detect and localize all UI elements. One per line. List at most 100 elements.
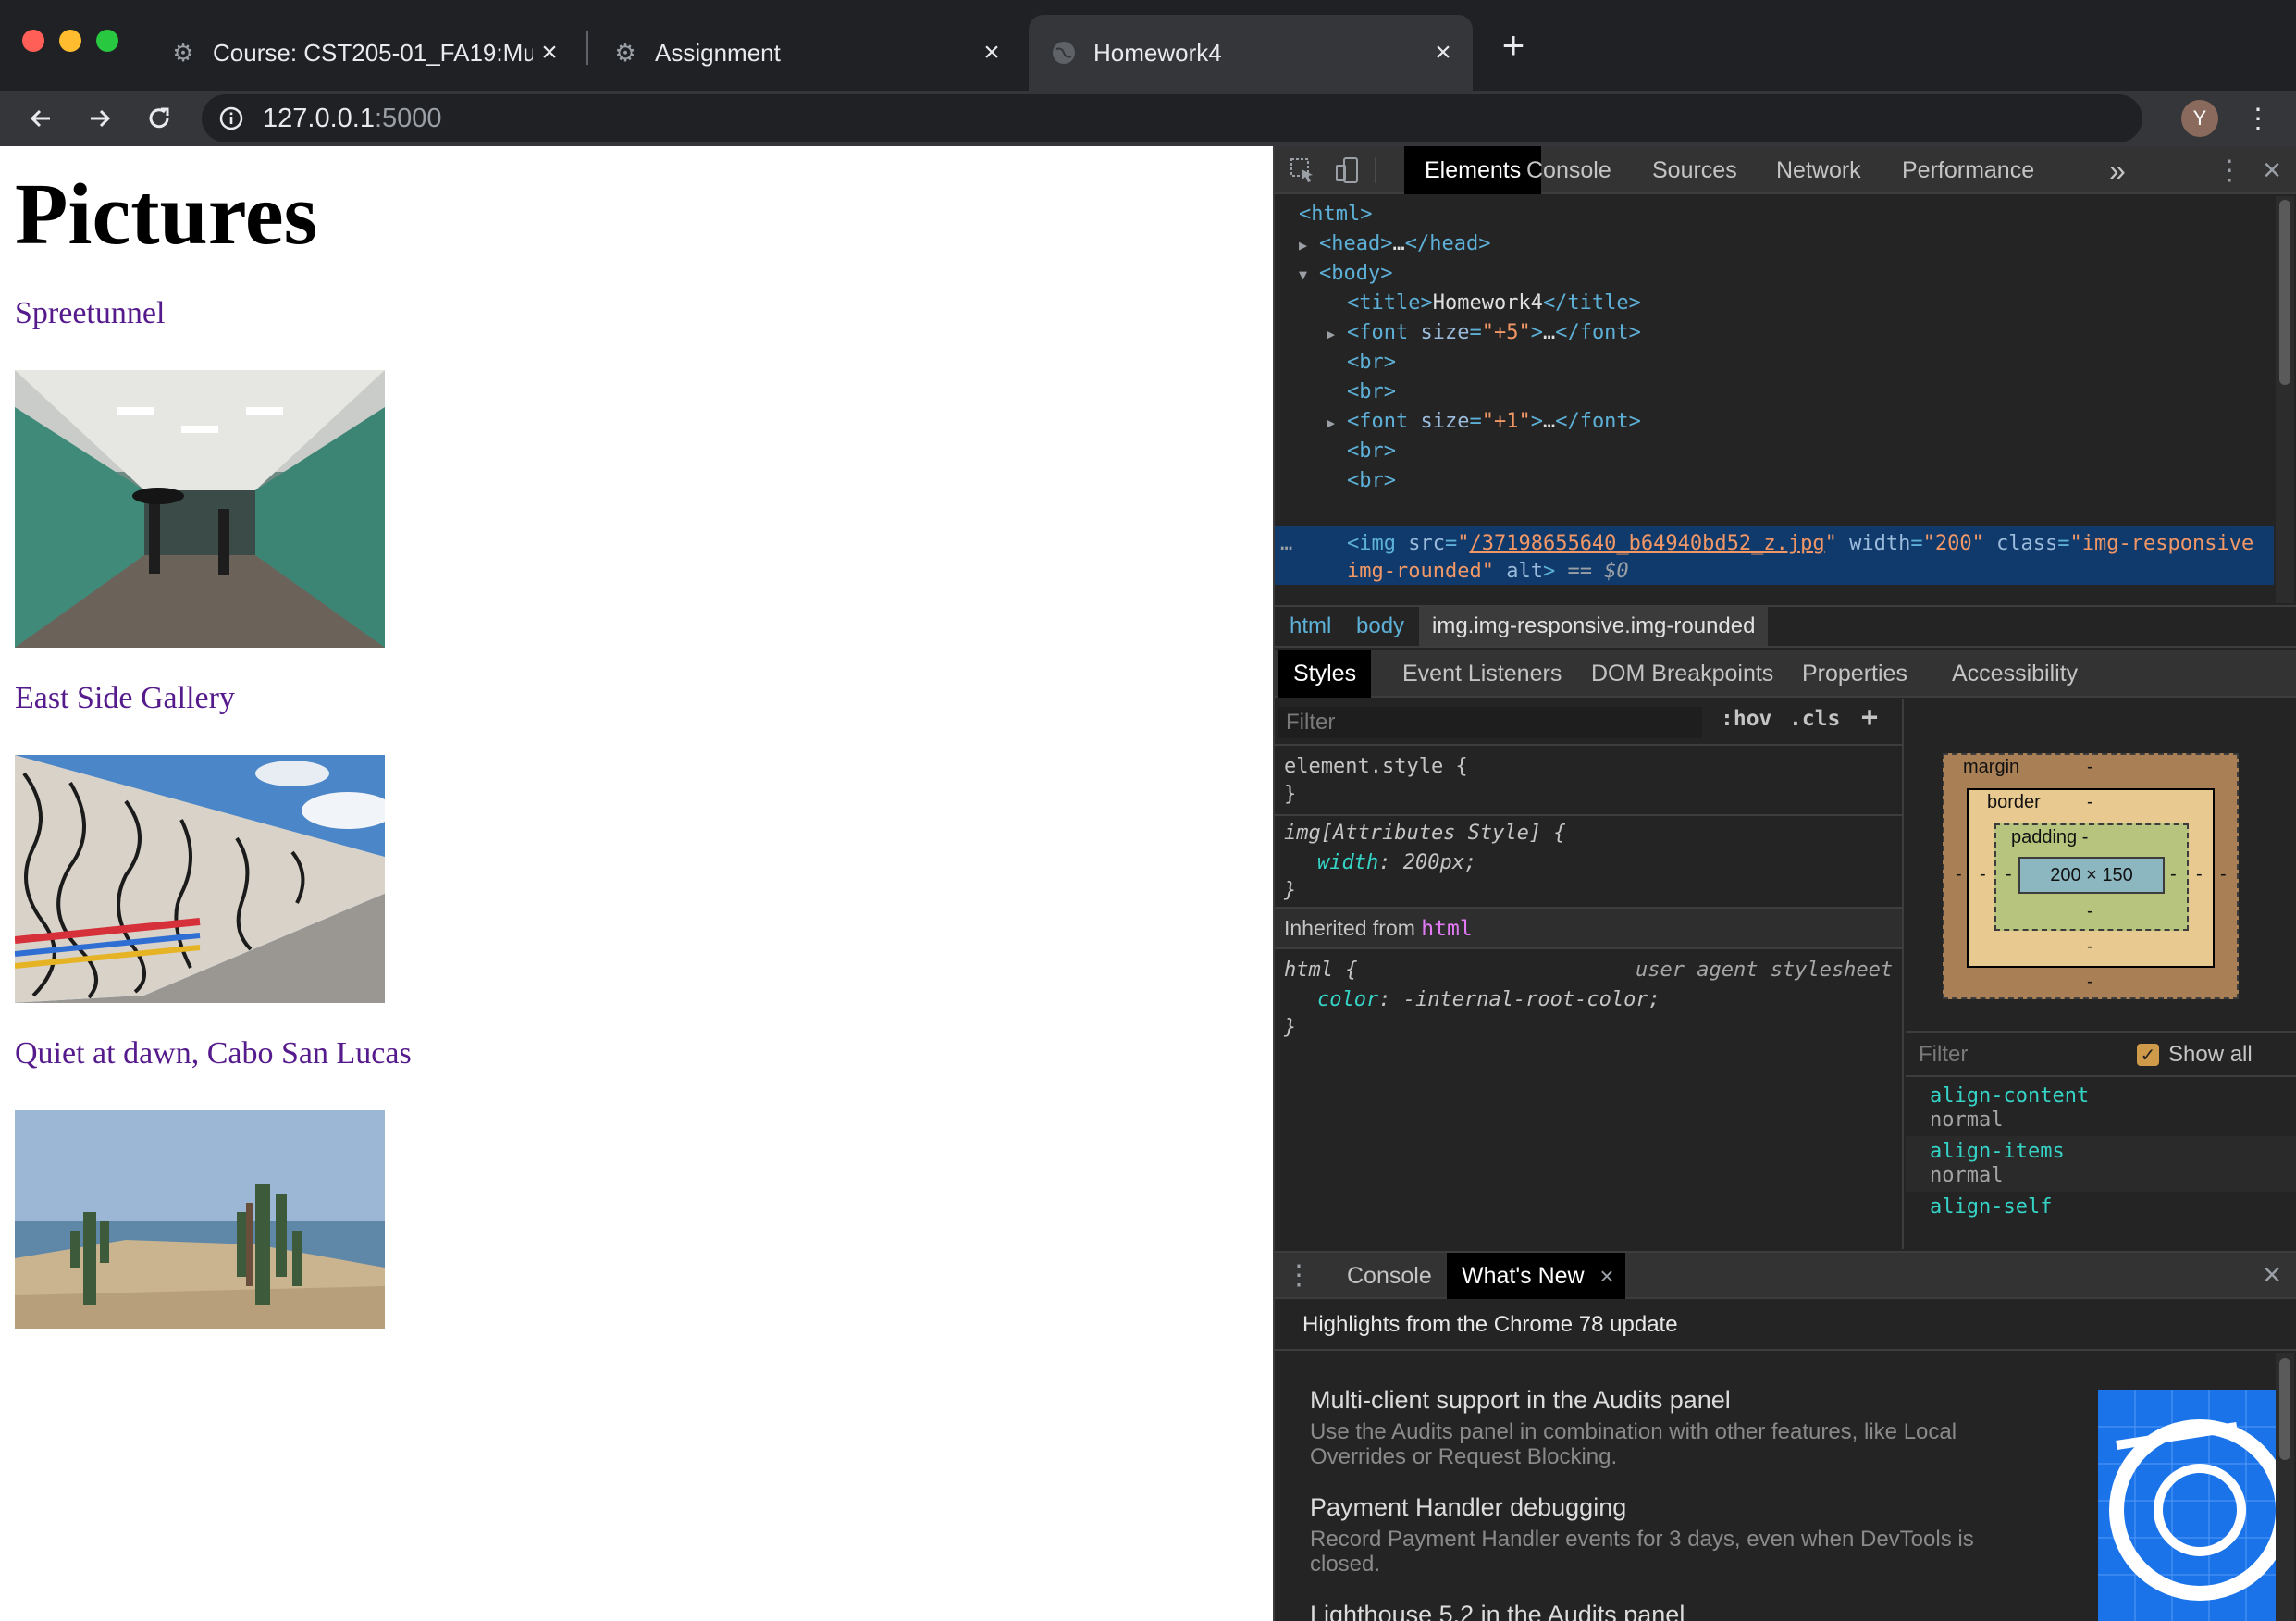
sidebar-tab-bar: Styles Event Listeners DOM Breakpoints P… <box>1275 650 2296 698</box>
element-style-selector[interactable]: element.style { <box>1284 755 1468 778</box>
dom-node-title[interactable]: <title>Homework4</title> <box>1347 289 1641 318</box>
styles-pane: Filter :hov .cls + element.style { } img… <box>1275 699 1904 1249</box>
tab-bar: ⚙ Course: CST205-01_FA19:Mult × ⚙ Assign… <box>0 0 2296 91</box>
whats-new-item-title[interactable]: Payment Handler debugging <box>1310 1493 1626 1522</box>
info-icon[interactable] <box>218 105 244 131</box>
whats-new-item-title[interactable]: Lighthouse 5.2 in the Audits panel <box>1310 1601 1685 1621</box>
hov-toggle[interactable]: :hov <box>1721 707 1771 731</box>
tab-sources[interactable]: Sources <box>1632 146 1758 194</box>
devtools-menu-icon[interactable]: ⋮ <box>2215 155 2244 186</box>
dom-node-br[interactable]: <br> <box>1347 348 1396 377</box>
computed-property-value: normal <box>1930 1164 2004 1187</box>
tab-performance[interactable]: Performance <box>1882 146 2055 194</box>
new-style-rule-button[interactable]: + <box>1861 701 1878 734</box>
picture-link-spreetunnel[interactable]: Spreetunnel <box>15 296 165 331</box>
tab-properties[interactable]: Properties <box>1787 650 1922 698</box>
border-left-value: - <box>1980 864 1986 885</box>
breadcrumb-body[interactable]: body <box>1343 607 1417 646</box>
tab-event-listeners[interactable]: Event Listeners <box>1388 650 1576 698</box>
dom-src-link[interactable]: /37198655640_b64940bd52_z.jpg <box>1469 532 1824 555</box>
more-tabs-icon[interactable]: » <box>2089 146 2146 194</box>
tab-dom-breakpoints[interactable]: DOM Breakpoints <box>1576 650 1788 698</box>
tab-accessibility[interactable]: Accessibility <box>1937 650 2092 698</box>
css-property-value: : 200px; <box>1378 851 1477 874</box>
browser-tab-homework4[interactable]: Homework4 × <box>1029 15 1473 91</box>
breadcrumb-img[interactable]: img.img-responsive.img-rounded <box>1419 607 1769 646</box>
dom-attr: size <box>1420 410 1470 433</box>
picture-link-cabo-san-lucas[interactable]: Quiet at dawn, Cabo San Lucas <box>15 1036 412 1071</box>
drawer-tab-console[interactable]: Console <box>1332 1253 1447 1299</box>
computed-property-row[interactable]: align-content normal <box>1906 1081 2296 1136</box>
dom-node-head[interactable]: ▶ <head>…</head> <box>1299 229 1490 259</box>
forward-button[interactable] <box>78 91 122 146</box>
dom-quote: " <box>1824 532 1837 555</box>
close-window-button[interactable] <box>22 30 44 52</box>
profile-avatar[interactable]: Y <box>2181 100 2218 137</box>
dom-node-img-selected[interactable]: <img src="/37198655640_b64940bd52_z.jpg"… <box>1347 529 2253 559</box>
styles-filter-input[interactable]: Filter <box>1278 707 1702 738</box>
breadcrumb-html[interactable]: html <box>1277 607 1344 646</box>
padding-label: padding - <box>2011 827 2089 848</box>
dom-tag: <br> <box>1347 380 1396 403</box>
expand-triangle-icon[interactable]: ▶ <box>1327 408 1347 438</box>
drawer-scrollbar[interactable] <box>2276 1353 2294 1621</box>
dom-node-br[interactable]: <br> <box>1347 437 1396 466</box>
picture-link-east-side-gallery[interactable]: East Side Gallery <box>15 681 235 716</box>
computed-property-row[interactable]: align-self <box>1906 1192 2296 1247</box>
minimize-window-button[interactable] <box>59 30 81 52</box>
drawer-menu-icon[interactable]: ⋮ <box>1284 1260 1314 1291</box>
computed-filter-input[interactable]: Filter <box>1919 1042 1968 1068</box>
dom-row-dots[interactable]: … <box>1280 529 1292 559</box>
scrollbar-thumb[interactable] <box>2279 200 2290 385</box>
moodle-icon: ⚙ <box>614 38 636 67</box>
dom-node-img-continued[interactable]: img-rounded" alt> == $0 <box>1347 557 1629 587</box>
inherited-tag-link[interactable]: html <box>1421 917 1472 941</box>
scrollbar-thumb[interactable] <box>2279 1358 2290 1460</box>
whats-new-item-title[interactable]: Multi-client support in the Audits panel <box>1310 1386 1731 1415</box>
device-toolbar-icon[interactable] <box>1332 155 1362 185</box>
dom-scrollbar[interactable] <box>2276 196 2294 603</box>
devtools-panel: Elements Console Sources Network Perform… <box>1273 146 2296 1621</box>
tab-close-icon[interactable]: × <box>975 36 1008 69</box>
cls-toggle[interactable]: .cls <box>1789 707 1840 731</box>
address-bar[interactable]: 127.0.0.1:5000 <box>202 94 2142 142</box>
reload-button[interactable] <box>137 91 181 146</box>
drawer-tab-bar: ⋮ Console What's New × × <box>1275 1251 2296 1299</box>
browser-tab-assignment[interactable]: ⚙ Assignment × <box>590 15 1021 91</box>
tab-close-icon[interactable]: × <box>1426 36 1460 69</box>
new-tab-button[interactable]: + <box>1495 22 1532 68</box>
zoom-window-button[interactable] <box>96 30 118 52</box>
dom-node-font[interactable]: ▶ <font size="+5">…</font> <box>1327 318 1641 348</box>
tab-network[interactable]: Network <box>1756 146 1882 194</box>
dom-node-br[interactable]: <br> <box>1347 466 1396 496</box>
dom-node-br[interactable]: <br> <box>1347 377 1396 407</box>
expand-triangle-icon[interactable]: ▶ <box>1299 230 1319 260</box>
dom-node-body[interactable]: ▼ <body> <box>1299 259 1392 289</box>
expand-triangle-icon[interactable]: ▶ <box>1327 319 1347 349</box>
show-all-checkbox[interactable]: ✓ <box>2137 1044 2159 1066</box>
margin-left-value: - <box>1956 864 1962 885</box>
dom-tag: > <box>1542 560 1556 583</box>
tab-close-icon[interactable]: × <box>533 36 566 69</box>
dom-attr-value: "+1" <box>1481 410 1531 433</box>
reload-icon <box>149 107 169 129</box>
back-button[interactable] <box>19 91 63 146</box>
browser-tab-course[interactable]: ⚙ Course: CST205-01_FA19:Mult × <box>148 15 579 91</box>
drawer-tab-whats-new[interactable]: What's New × <box>1447 1253 1625 1299</box>
computed-property-row[interactable]: align-items normal <box>1906 1136 2296 1192</box>
close-tab-icon[interactable]: × <box>1599 1253 1613 1299</box>
width-declaration[interactable]: width: 200px; <box>1317 851 1476 874</box>
box-model-content[interactable]: 200 × 150 <box>2018 857 2165 894</box>
tab-title: Assignment <box>655 38 781 67</box>
close-drawer-icon[interactable]: × <box>2257 1257 2287 1293</box>
browser-menu-icon[interactable]: ⋮ <box>2244 100 2272 137</box>
dom-node-html[interactable]: <html> <box>1299 200 1372 229</box>
tab-styles[interactable]: Styles <box>1278 650 1372 698</box>
dom-node-font[interactable]: ▶ <font size="+1">…</font> <box>1327 407 1641 437</box>
tab-title: Course: CST205-01_FA19:Mult <box>213 38 533 67</box>
inspect-element-icon[interactable] <box>1288 155 1317 185</box>
tab-console[interactable]: Console <box>1506 146 1632 194</box>
close-devtools-icon[interactable]: × <box>2257 153 2287 188</box>
collapse-triangle-icon[interactable]: ▼ <box>1299 260 1319 290</box>
color-declaration[interactable]: color: -internal-root-color; <box>1317 988 1660 1011</box>
